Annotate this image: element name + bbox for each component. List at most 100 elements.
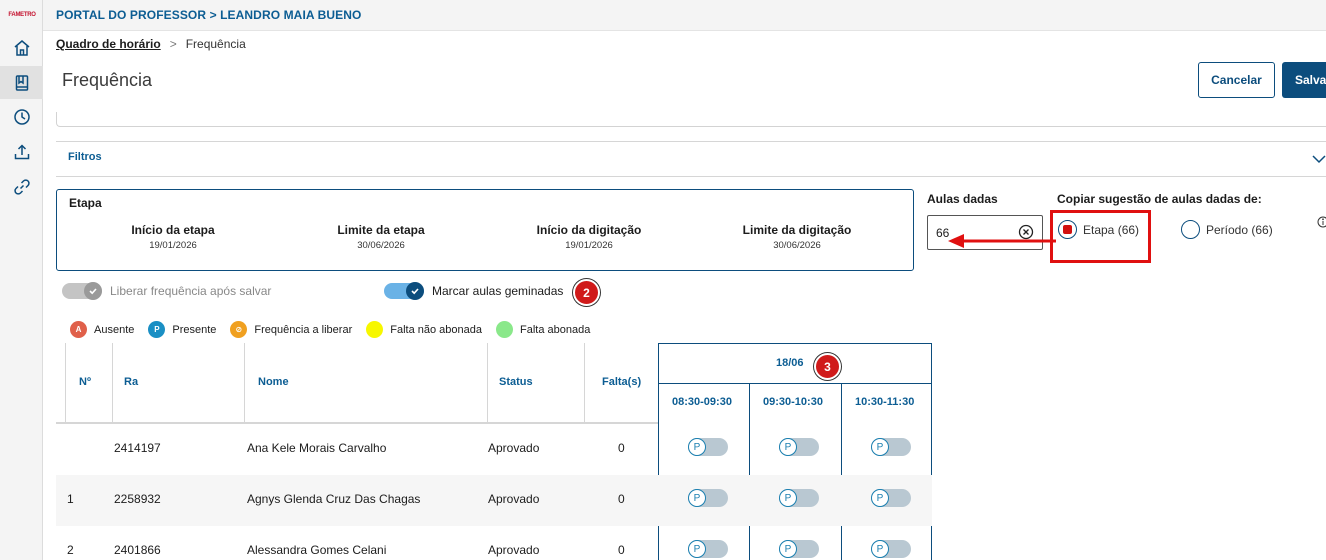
legend-dot-ausente: A bbox=[70, 321, 87, 338]
header-faltas[interactable]: Falta(s) bbox=[602, 376, 641, 388]
highlight-frame bbox=[1050, 210, 1151, 263]
col-divider bbox=[112, 343, 113, 423]
presence-knob: P bbox=[779, 540, 797, 558]
radio-periodo-circle[interactable] bbox=[1181, 220, 1200, 239]
row-nome: Ana Kele Morais Carvalho bbox=[247, 441, 387, 455]
marcar-toggle[interactable] bbox=[384, 282, 424, 300]
legend-label-abonada: Falta abonada bbox=[520, 323, 591, 336]
link-icon[interactable] bbox=[0, 170, 43, 203]
col-divider bbox=[244, 343, 245, 423]
row-status: Aprovado bbox=[488, 543, 540, 557]
upload-icon[interactable] bbox=[0, 135, 43, 168]
marcar-toggle-row[interactable]: Marcar aulas geminadas bbox=[384, 282, 563, 300]
clock-icon[interactable] bbox=[0, 100, 43, 133]
breadcrumb-separator: > bbox=[169, 37, 177, 51]
col-divider bbox=[584, 343, 585, 423]
presence-toggle[interactable]: P bbox=[871, 540, 911, 558]
etapa-card: Etapa Início da etapa 19/01/2026 Limite … bbox=[56, 189, 914, 271]
header-status[interactable]: Status bbox=[499, 376, 533, 388]
chevron-down-icon[interactable] bbox=[1312, 152, 1326, 166]
presence-knob: P bbox=[871, 540, 889, 558]
digitacao-inicio: Início da digitação 19/01/2026 bbox=[489, 223, 689, 251]
left-rail: FAMETRO bbox=[0, 0, 43, 560]
header-slot-2: 09:30-10:30 bbox=[763, 396, 823, 408]
etapa-inicio: Início da etapa 19/01/2026 bbox=[73, 223, 273, 251]
legend-dot-presente: P bbox=[148, 321, 166, 338]
legend-liberar: ⊘ Frequência a liberar bbox=[230, 321, 352, 338]
table-row: 2 2401866 Alessandra Gomes Celani Aprova… bbox=[56, 526, 932, 560]
presence-toggle[interactable]: P bbox=[779, 489, 819, 507]
table-row: 2414197 Ana Kele Morais Carvalho Aprovad… bbox=[56, 424, 932, 475]
presence-toggle[interactable]: P bbox=[779, 540, 819, 558]
annotation-arrow-icon bbox=[948, 234, 1056, 248]
legend-dot-abonada bbox=[496, 321, 513, 338]
presence-toggle[interactable]: P bbox=[871, 438, 911, 456]
attendance-table: Nº Ra Nome Status Falta(s) 18/06 08:30-0… bbox=[56, 343, 932, 560]
row-num: 1 bbox=[67, 492, 74, 506]
save-button[interactable]: Salva bbox=[1282, 62, 1326, 98]
breadcrumb: Quadro de horário > Frequência bbox=[56, 37, 246, 51]
row-nome: Agnys Glenda Cruz Das Chagas bbox=[247, 492, 421, 506]
header-slot-3: 10:30-11:30 bbox=[855, 396, 915, 408]
legend-ausente: A Ausente bbox=[70, 321, 134, 338]
breadcrumb-link-quadro[interactable]: Quadro de horário bbox=[56, 37, 161, 51]
table-row: 1 2258932 Agnys Glenda Cruz Das Chagas A… bbox=[56, 475, 932, 526]
page-title: Frequência bbox=[62, 70, 153, 90]
copiar-sugestao-label: Copiar sugestão de aulas dadas de: bbox=[1057, 192, 1262, 206]
radio-periodo-label: Período (66) bbox=[1206, 222, 1273, 237]
legend-label-presente: Presente bbox=[172, 323, 217, 336]
header-date: 18/06 bbox=[776, 357, 804, 369]
liberar-toggle-row[interactable]: Liberar frequência após salvar bbox=[62, 282, 271, 300]
logo: FAMETRO bbox=[8, 12, 36, 18]
presence-knob: P bbox=[779, 489, 797, 507]
header-nome[interactable]: Nome bbox=[258, 376, 289, 388]
legend-nao-abonada: Falta não abonada bbox=[366, 321, 482, 338]
digitacao-limite-label: Limite da digitação bbox=[742, 223, 852, 237]
row-status: Aprovado bbox=[488, 441, 540, 455]
radio-periodo[interactable]: Período (66) bbox=[1181, 220, 1273, 239]
cancel-button[interactable]: Cancelar bbox=[1198, 62, 1275, 98]
header-ra[interactable]: Ra bbox=[124, 376, 138, 388]
filters-label: Filtros bbox=[68, 151, 102, 163]
info-icon[interactable] bbox=[1317, 216, 1326, 228]
legend-label-ausente: Ausente bbox=[94, 323, 135, 336]
home-icon[interactable] bbox=[0, 31, 43, 64]
etapa-limite-value: 30/06/2026 bbox=[357, 240, 405, 251]
app: FAMETRO PORTAL DO PROFESSOR > LEANDRO MA… bbox=[0, 0, 1326, 560]
presence-toggle[interactable]: P bbox=[688, 438, 728, 456]
filters-accordion[interactable]: Filtros bbox=[56, 141, 1326, 177]
header-num[interactable]: Nº bbox=[79, 376, 91, 388]
presence-knob: P bbox=[779, 438, 797, 456]
row-nome: Alessandra Gomes Celani bbox=[247, 543, 387, 557]
legend-abonada: Falta abonada bbox=[496, 321, 590, 338]
presence-toggle[interactable]: P bbox=[688, 540, 728, 558]
legend-dot-liberar: ⊘ bbox=[230, 321, 248, 338]
col-divider bbox=[65, 343, 66, 423]
digitacao-limite: Limite da digitação 30/06/2026 bbox=[697, 223, 897, 251]
etapa-title: Etapa bbox=[69, 196, 102, 210]
digitacao-limite-value: 30/06/2026 bbox=[773, 240, 821, 251]
presence-toggle[interactable]: P bbox=[871, 489, 911, 507]
header-slot-1: 08:30-09:30 bbox=[672, 396, 732, 408]
aulas-dadas-label: Aulas dadas bbox=[927, 192, 998, 206]
row-ra: 2414197 bbox=[114, 441, 161, 455]
marcar-toggle-knob bbox=[406, 282, 424, 300]
presence-toggle[interactable]: P bbox=[688, 489, 728, 507]
presence-toggle[interactable]: P bbox=[779, 438, 819, 456]
presence-knob: P bbox=[688, 438, 706, 456]
row-faltas: 0 bbox=[618, 441, 625, 455]
row-ra: 2258932 bbox=[114, 492, 161, 506]
book-icon[interactable] bbox=[0, 66, 43, 99]
legend-dot-nao-abonada bbox=[366, 321, 384, 338]
digitacao-inicio-label: Início da digitação bbox=[536, 223, 642, 237]
legend-presente: P Presente bbox=[148, 321, 216, 338]
row-ra: 2401866 bbox=[114, 543, 161, 557]
row-num: 2 bbox=[67, 543, 74, 557]
top-bar: PORTAL DO PROFESSOR > LEANDRO MAIA BUENO bbox=[43, 0, 1326, 31]
etapa-limite: Limite da etapa 30/06/2026 bbox=[281, 223, 481, 251]
collapsed-panel-edge bbox=[56, 112, 1326, 127]
etapa-limite-label: Limite da etapa bbox=[337, 223, 425, 237]
digitacao-inicio-value: 19/01/2026 bbox=[565, 240, 613, 251]
date-divider bbox=[658, 383, 932, 384]
liberar-toggle[interactable] bbox=[62, 282, 102, 300]
